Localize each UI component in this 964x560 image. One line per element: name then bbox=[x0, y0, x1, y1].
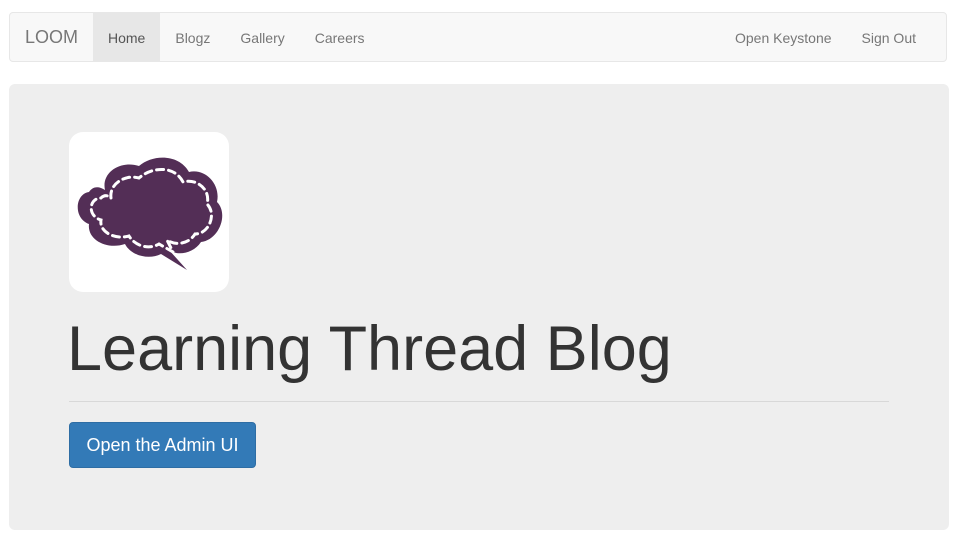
brand-link[interactable]: LOOM bbox=[10, 13, 93, 61]
page-title: Learning Thread Blog bbox=[67, 314, 672, 384]
top-navbar: LOOM Home Blogz Gallery Careers Open Key… bbox=[9, 12, 947, 62]
nav-item-home[interactable]: Home bbox=[93, 13, 161, 61]
nav-item-sign-out[interactable]: Sign Out bbox=[847, 13, 931, 61]
hero-jumbotron: Learning Thread Blog Open the Admin UI bbox=[9, 84, 949, 530]
divider bbox=[69, 401, 889, 402]
nav-item-careers[interactable]: Careers bbox=[300, 13, 380, 61]
nav-item-blogz[interactable]: Blogz bbox=[160, 13, 225, 61]
nav-item-open-keystone[interactable]: Open Keystone bbox=[720, 13, 847, 61]
speech-bubble-brain-icon bbox=[77, 157, 223, 270]
nav-left: Home Blogz Gallery Careers bbox=[93, 13, 380, 61]
nav-right: Open Keystone Sign Out bbox=[720, 13, 931, 61]
nav-item-gallery[interactable]: Gallery bbox=[225, 13, 299, 61]
logo bbox=[69, 132, 229, 292]
open-admin-ui-button[interactable]: Open the Admin UI bbox=[69, 422, 256, 468]
